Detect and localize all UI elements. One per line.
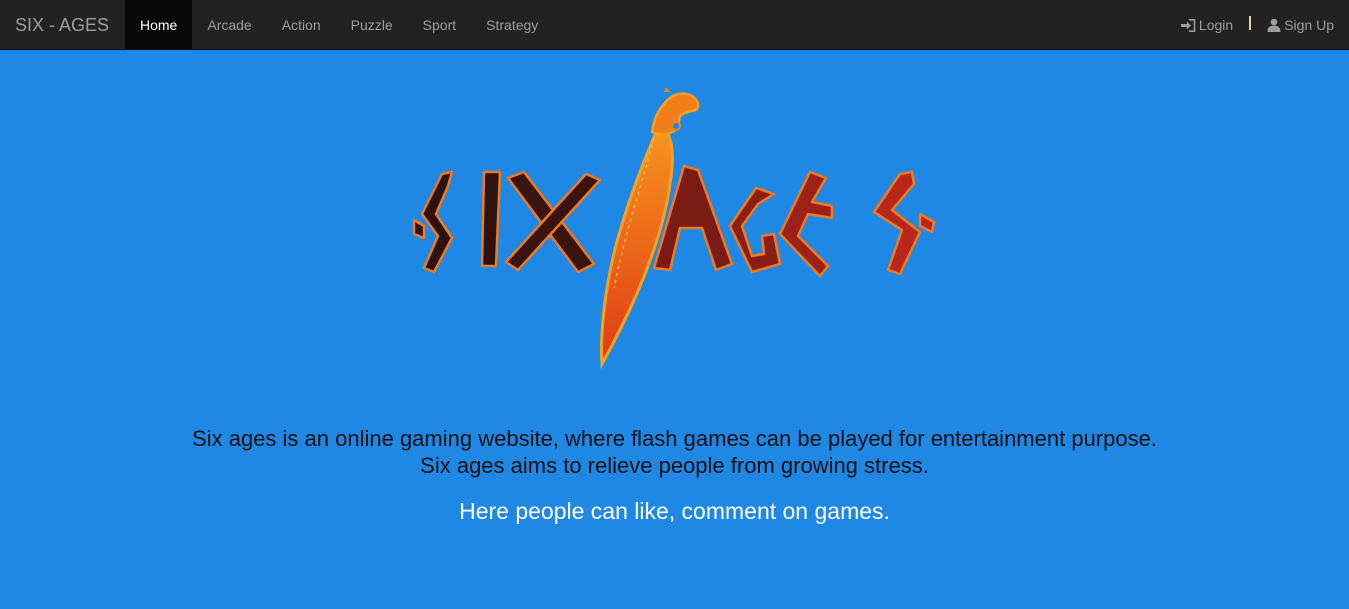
main-nav: Home Arcade Action Puzzle Sport Strategy — [125, 0, 553, 50]
nav-item-sport[interactable]: Sport — [408, 0, 471, 50]
signup-link[interactable]: Sign Up — [1267, 17, 1334, 33]
login-link[interactable]: Login — [1180, 17, 1234, 33]
nav-item-strategy[interactable]: Strategy — [471, 0, 553, 50]
intro-line-2: Six ages aims to relieve people from gro… — [420, 453, 929, 478]
login-label: Login — [1198, 17, 1234, 33]
tagline-text: Here people can like, comment on games. — [459, 498, 890, 524]
signup-label: Sign Up — [1284, 17, 1334, 33]
intro-line-1: Six ages is an online gaming website, wh… — [192, 426, 1157, 451]
nav-item-home[interactable]: Home — [125, 0, 193, 50]
brand-link[interactable]: SIX - AGES — [15, 0, 109, 50]
user-icon — [1267, 18, 1281, 32]
auth-links: Login Sign Up — [1180, 0, 1334, 50]
six-ages-logo — [412, 88, 936, 370]
nav-item-action[interactable]: Action — [267, 0, 336, 50]
top-navbar: SIX - AGES Home Arcade Action Puzzle Spo… — [0, 0, 1349, 50]
auth-divider — [1249, 16, 1252, 30]
nav-item-arcade[interactable]: Arcade — [192, 0, 266, 50]
login-icon — [1180, 18, 1196, 32]
intro-text: Six ages is an online gaming website, wh… — [0, 425, 1349, 479]
nav-item-puzzle[interactable]: Puzzle — [336, 0, 408, 50]
